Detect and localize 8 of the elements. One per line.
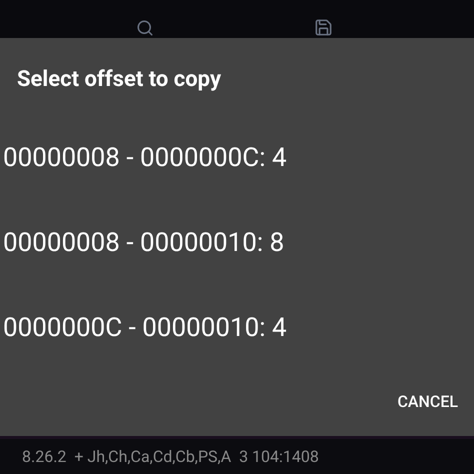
- cancel-button[interactable]: CANCEL: [393, 384, 462, 420]
- offset-option[interactable]: 00000008 - 0000000C: 4: [0, 115, 287, 200]
- save-icon[interactable]: [314, 18, 333, 37]
- offset-option[interactable]: 0000000C - 00000010: 4: [0, 285, 287, 370]
- status-text: 8.26.2 + Jh,Ch,Ca,Cd,Cb,PS,A 3 104:1408: [22, 446, 319, 468]
- offset-option[interactable]: 00000008 - 00000010: 8: [0, 200, 284, 285]
- dialog-title: Select offset to copy: [16, 66, 222, 94]
- search-icon[interactable]: [136, 19, 154, 37]
